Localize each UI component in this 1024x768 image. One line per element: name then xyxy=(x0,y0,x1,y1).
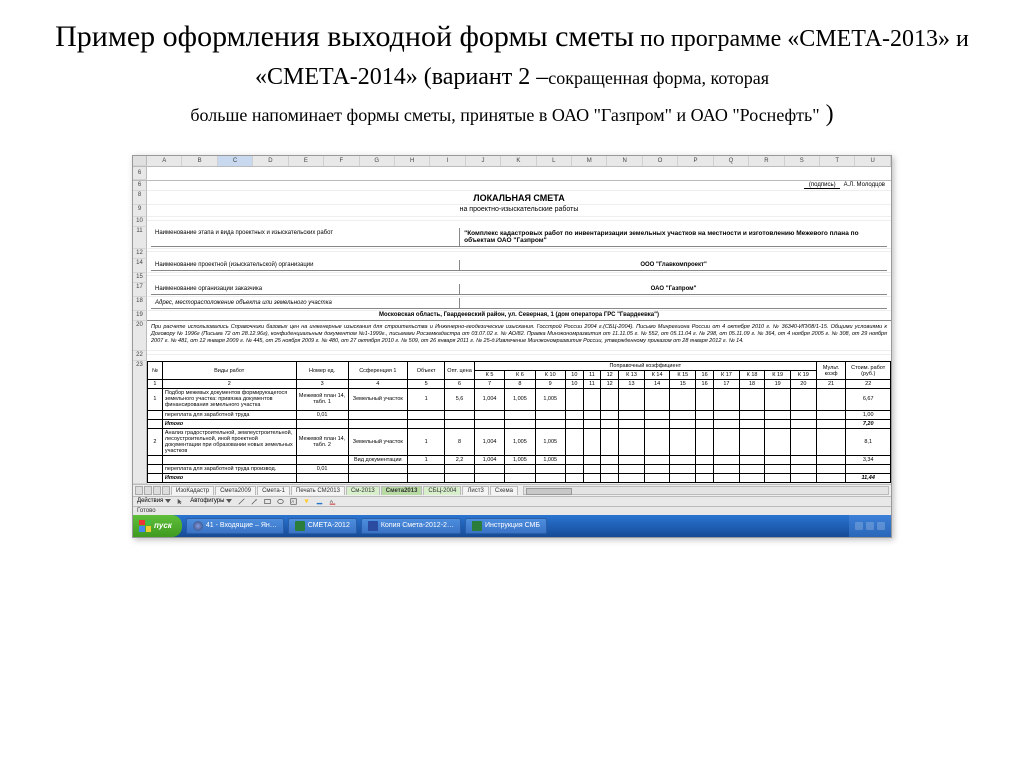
tray-icon[interactable] xyxy=(866,522,874,530)
tray-icon[interactable] xyxy=(855,522,863,530)
actions-menu[interactable]: Действия xyxy=(137,498,163,504)
document-title: ЛОКАЛЬНАЯ СМЕТА xyxy=(147,191,891,205)
line-color-icon[interactable] xyxy=(316,498,323,505)
sheet-tab[interactable]: Схема xyxy=(490,486,518,495)
sheet-tab[interactable]: СБЦ-2004 xyxy=(423,486,461,495)
table-row: 2Анализ градостроительной, землеустроите… xyxy=(148,428,891,455)
autoshapes-menu[interactable]: Автофигуры xyxy=(190,498,224,504)
approver-signature: (подпись) А.Л. Молодцов xyxy=(147,181,891,191)
taskbar-item[interactable]: СМЕТА-2012 xyxy=(288,518,357,534)
table-row: 1Подбор межевых документов формирующегос… xyxy=(148,389,891,410)
sheet-tab[interactable]: Смета2009 xyxy=(215,486,256,495)
windows-taskbar[interactable]: пуск 41 - Входящие – Ян…СМЕТА-2012Копия … xyxy=(133,515,891,537)
chevron-down-icon xyxy=(165,499,171,503)
pointer-icon[interactable] xyxy=(177,498,184,505)
textbox-icon[interactable]: A xyxy=(290,498,297,505)
slide-title: Пример оформления выходной формы сметы п… xyxy=(40,18,984,131)
start-button[interactable]: пуск xyxy=(133,515,182,537)
taskbar-item[interactable]: Инструкция СМБ xyxy=(465,518,547,534)
app-icon xyxy=(472,521,482,531)
sheet-tab[interactable]: См-2013 xyxy=(346,486,380,495)
table-header-row: № Виды работ Номер ед. Ссференция 1 Объе… xyxy=(148,362,891,371)
tab-nav-first-icon[interactable] xyxy=(135,486,143,495)
tab-nav-last-icon[interactable] xyxy=(162,486,170,495)
field-address-label: Адрес, месторасположение объекта или зем… xyxy=(151,298,887,309)
sheet-tab[interactable]: Печать СМ2013 xyxy=(291,486,345,495)
svg-text:A: A xyxy=(292,499,295,504)
line-icon[interactable] xyxy=(238,498,245,505)
app-icon xyxy=(193,521,203,531)
field-address-value: Московская область, Гвардеевский район, … xyxy=(147,311,891,321)
table-row: Итого11,44 xyxy=(148,473,891,482)
tab-nav-next-icon[interactable] xyxy=(153,486,161,495)
drawing-toolbar[interactable]: Действия Автофигуры A A xyxy=(133,496,891,506)
table-row: переплата для заработной труда0,011,00 xyxy=(148,410,891,419)
windows-logo-icon xyxy=(139,520,151,532)
taskbar-item[interactable]: Копия Смета-2012-2… xyxy=(361,518,461,534)
horizontal-scrollbar[interactable] xyxy=(523,486,889,495)
sheet-tab[interactable]: ИзоКадастр xyxy=(171,486,214,495)
status-bar: Готово xyxy=(133,506,891,515)
table-row: Итого7,20 xyxy=(148,419,891,428)
font-color-icon[interactable]: A xyxy=(329,498,336,505)
document-subtitle: на проектно-изыскательские работы xyxy=(147,205,891,217)
sheet-tab[interactable]: Смета2013 xyxy=(381,486,423,495)
field-work-name: Наименование этапа и вида проектных и из… xyxy=(151,228,887,247)
taskbar-item[interactable]: 41 - Входящие – Ян… xyxy=(186,518,284,534)
formula-bar[interactable]: 6 xyxy=(133,167,891,181)
table-row: Вид документации12,21,0041,0051,0053,34 xyxy=(148,455,891,464)
field-org-designer: Наименование проектной (изыскательской) … xyxy=(151,260,887,271)
app-icon xyxy=(295,521,305,531)
tray-icon[interactable] xyxy=(877,522,885,530)
arrow-icon[interactable] xyxy=(251,498,258,505)
field-org-customer: Наименование организации заказчикаОАО "Г… xyxy=(151,284,887,295)
system-tray[interactable] xyxy=(849,515,891,537)
app-icon xyxy=(368,521,378,531)
oval-icon[interactable] xyxy=(277,498,284,505)
sheet-tab[interactable]: Лист3 xyxy=(462,486,488,495)
chevron-down-icon xyxy=(226,499,232,503)
estimate-table: № Виды работ Номер ед. Ссференция 1 Объе… xyxy=(147,361,891,483)
rect-icon[interactable] xyxy=(264,498,271,505)
tab-nav-prev-icon[interactable] xyxy=(144,486,152,495)
table-colnum-row: 12345678910111213141516171819202122 xyxy=(148,380,891,389)
column-ruler: ABCDEFGHIJKLMNOPQRSTU xyxy=(133,156,891,167)
fill-color-icon[interactable] xyxy=(303,498,310,505)
pricing-basis-note: При расчете использовались Справочники б… xyxy=(147,321,891,351)
table-row: переплата для заработной труда производ.… xyxy=(148,464,891,473)
sheet-tab[interactable]: Смета-1 xyxy=(257,486,290,495)
sheet-tab-bar[interactable]: ИзоКадастрСмета2009Смета-1Печать СМ2013С… xyxy=(133,484,891,496)
screenshot-container: ABCDEFGHIJKLMNOPQRSTU 6 6 (подпись) А.Л.… xyxy=(132,155,892,538)
